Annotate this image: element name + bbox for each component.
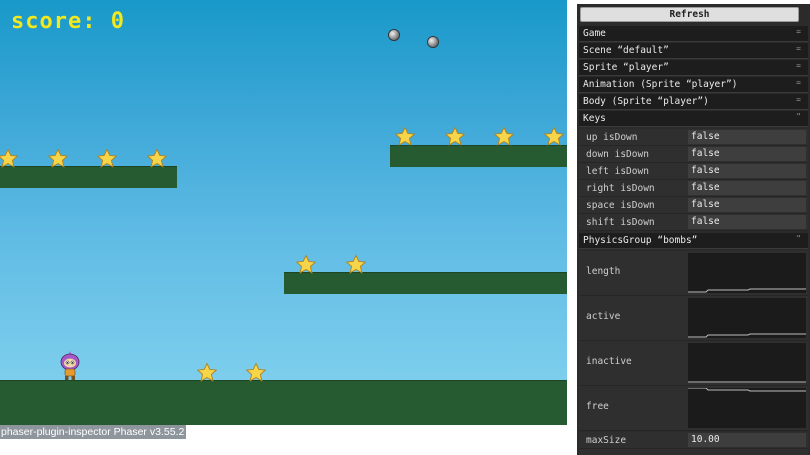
score-text: score: 0 xyxy=(11,9,125,34)
monitor-graph xyxy=(688,388,806,428)
folder-keys[interactable]: Keys " xyxy=(579,111,808,127)
star-icon xyxy=(197,363,217,382)
bomb xyxy=(428,37,438,47)
platform-ledge-right-top xyxy=(390,145,567,167)
player-sprite xyxy=(60,351,80,380)
refresh-button[interactable]: Refresh xyxy=(580,7,799,22)
plugin-name: phaser-plugin-inspector xyxy=(1,426,111,438)
phaser-version: Phaser v3.55.2 xyxy=(113,426,185,438)
key-value[interactable]: false xyxy=(688,147,806,161)
collapse-icon: = xyxy=(796,78,801,87)
monitor-label: inactive xyxy=(586,356,632,367)
folder-label: Animation (Sprite “player”) xyxy=(583,79,738,90)
collapse-icon: = xyxy=(796,27,801,36)
platform-ledge-middle xyxy=(284,272,567,294)
maxsize-value[interactable]: 10.00 xyxy=(688,433,806,447)
monitor-label: length xyxy=(586,266,621,277)
key-value[interactable]: false xyxy=(688,198,806,212)
star-icon xyxy=(296,255,316,274)
ground-platform xyxy=(0,380,567,425)
key-label: right isDown xyxy=(586,183,655,194)
collapse-icon: = xyxy=(796,44,801,53)
key-value[interactable]: false xyxy=(688,164,806,178)
folder-label: Game xyxy=(583,28,606,39)
graph-line xyxy=(688,381,806,383)
monitor-graph xyxy=(688,298,806,338)
folder-label: PhysicsGroup “bombs” xyxy=(583,235,698,246)
key-value[interactable]: false xyxy=(688,215,806,229)
graph-line xyxy=(688,388,806,392)
folder-sprite[interactable]: Sprite “player” = xyxy=(579,60,808,76)
folder-animation[interactable]: Animation (Sprite “player”) = xyxy=(579,77,808,93)
bomb xyxy=(389,30,399,40)
monitor-label: free xyxy=(586,401,609,412)
folder-bombs[interactable]: PhysicsGroup “bombs” " xyxy=(579,233,808,249)
graph-line xyxy=(688,288,806,293)
monitor-graph xyxy=(688,343,806,383)
monitor-inactive: inactive xyxy=(579,341,808,386)
maxsize-label: maxSize xyxy=(586,435,627,446)
monitor-active: active xyxy=(579,296,808,341)
monitor-free: free xyxy=(579,386,808,431)
collapse-icon: = xyxy=(796,61,801,70)
inspector-panel: Refresh Game = Scene “default” = Sprite … xyxy=(577,4,810,455)
star-icon xyxy=(544,127,564,146)
folder-game[interactable]: Game = xyxy=(579,26,808,42)
collapse-icon: = xyxy=(796,95,801,104)
key-row-up: up isDown false xyxy=(579,129,808,146)
star-icon xyxy=(147,149,167,168)
key-row-space: space isDown false xyxy=(579,197,808,214)
star-icon xyxy=(395,127,415,146)
platform-ledge-left xyxy=(0,166,177,188)
monitor-length: length xyxy=(579,251,808,296)
star-icon xyxy=(494,127,514,146)
key-row-shift: shift isDown false xyxy=(579,214,808,231)
game-canvas[interactable]: score: 0 xyxy=(0,0,567,425)
key-label: shift isDown xyxy=(586,217,655,228)
key-label: space isDown xyxy=(586,200,655,211)
collapse-icon: " xyxy=(796,234,801,243)
key-value[interactable]: false xyxy=(688,130,806,144)
star-icon xyxy=(0,149,18,168)
folder-body[interactable]: Body (Sprite “player”) = xyxy=(579,94,808,110)
folder-label: Scene “default” xyxy=(583,45,669,56)
folder-label: Keys xyxy=(583,113,606,124)
star-icon xyxy=(445,127,465,146)
folder-label: Body (Sprite “player”) xyxy=(583,96,709,107)
collapse-icon: " xyxy=(796,112,801,121)
key-label: left isDown xyxy=(586,166,649,177)
star-icon xyxy=(246,363,266,382)
folder-label: Sprite “player” xyxy=(583,62,669,73)
folder-scene[interactable]: Scene “default” = xyxy=(579,43,808,59)
star-icon xyxy=(48,149,68,168)
next-row xyxy=(579,449,808,455)
maxsize-row: maxSize 10.00 xyxy=(579,432,808,449)
key-label: down isDown xyxy=(586,149,649,160)
monitor-graph xyxy=(688,253,806,293)
star-icon xyxy=(97,149,117,168)
key-row-left: left isDown false xyxy=(579,163,808,180)
key-label: up isDown xyxy=(586,132,638,143)
key-row-right: right isDown false xyxy=(579,180,808,197)
key-row-down: down isDown false xyxy=(579,146,808,163)
version-label: phaser-plugin-inspector Phaser v3.55.2 xyxy=(0,425,187,439)
monitor-label: active xyxy=(586,311,621,322)
star-icon xyxy=(346,255,366,274)
key-value[interactable]: false xyxy=(688,181,806,195)
graph-line xyxy=(688,333,806,338)
